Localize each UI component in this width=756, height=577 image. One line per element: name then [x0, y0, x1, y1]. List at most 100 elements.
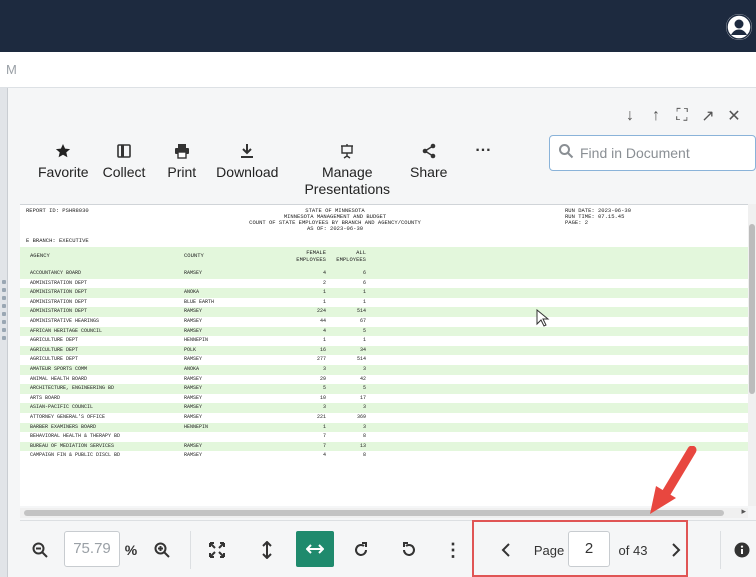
county-cell: RAMSEY	[184, 452, 203, 459]
table-row: ADMINISTRATION DEPT ANOKA 1 1	[20, 288, 748, 298]
agency-cell: ARCHITECTURE, ENGINEERING BD	[30, 385, 115, 392]
horizontal-scroll-thumb[interactable]	[24, 510, 724, 516]
agency-cell: ASIAN-PACIFIC COUNCIL	[30, 404, 94, 411]
county-cell: ANOKA	[184, 289, 200, 296]
fit-height-button[interactable]	[256, 533, 278, 567]
all-count-cell: 369	[356, 413, 366, 420]
column-all-line: EMPLOYEES	[336, 256, 366, 263]
branch-label: E BRANCH: EXECUTIVE	[26, 237, 89, 244]
arrow-up-icon[interactable]: ↑	[648, 107, 664, 125]
all-count-cell: 6	[362, 270, 366, 276]
user-avatar-icon[interactable]	[726, 14, 752, 40]
manage-label: Manage Presentations	[304, 164, 390, 198]
county-cell: RAMSEY	[184, 317, 203, 324]
find-in-document-input[interactable]	[580, 145, 750, 161]
zoom-in-button[interactable]	[150, 533, 174, 567]
table-row: AGRICULTURE DEPT POLK 16 34	[20, 345, 748, 356]
highlight-annotation-box	[472, 520, 688, 577]
female-count-cell: 4	[322, 327, 326, 334]
county-cell: BLUE EARTH	[184, 298, 215, 305]
agency-cell: ARTS BOARD	[30, 394, 61, 401]
all-count-cell: 1	[362, 289, 366, 296]
report-rows: ACCOUNTANCY BOARD RAMSEY 4 6 ADMINISTRATION …	[20, 269, 748, 461]
manage-presentations-button[interactable]: Manage Presentations	[304, 140, 390, 198]
agency-cell: ADMINISTRATION DEPT	[30, 298, 88, 305]
zoom-out-button[interactable]	[28, 533, 52, 567]
fit-height-icon	[262, 541, 272, 559]
horizontal-scrollbar[interactable]: ▸	[20, 506, 748, 518]
county-cell: RAMSEY	[184, 356, 203, 363]
county-cell: RAMSEY	[184, 327, 203, 334]
county-cell: RAMSEY	[184, 442, 203, 449]
agency-cell: AGRICULTURE DEPT	[30, 337, 79, 344]
agency-cell: ADMINISTRATION DEPT	[30, 308, 88, 315]
fit-width-button[interactable]	[296, 531, 334, 567]
all-count-cell: 514	[356, 356, 366, 363]
favorite-button[interactable]: Favorite	[38, 140, 89, 181]
all-count-cell: 1	[362, 337, 366, 344]
column-agency: AGENCY	[30, 252, 50, 259]
find-in-document-field[interactable]	[549, 135, 756, 171]
download-button[interactable]: Download	[216, 140, 278, 181]
expand-icon[interactable]: ↗	[700, 106, 716, 126]
arrow-down-icon[interactable]: ↓	[622, 107, 638, 125]
collect-button[interactable]: Collect	[102, 140, 146, 181]
collapsed-side-panel[interactable]	[0, 88, 8, 577]
document-toolbar: Favorite Collect Print Download Manage Pr…	[38, 140, 505, 200]
vertical-scroll-thumb[interactable]	[749, 224, 755, 394]
fit-page-button[interactable]	[204, 533, 230, 567]
female-count-cell: 10	[319, 394, 326, 401]
all-count-cell: 42	[359, 375, 366, 382]
fullscreen-icon[interactable]: ⛶	[674, 107, 690, 125]
close-icon[interactable]: ✕	[726, 106, 742, 126]
county-cell: HENNEPIN	[184, 337, 209, 344]
grip-dot	[2, 312, 6, 316]
all-count-cell: 6	[362, 279, 366, 286]
table-row: ARCHITECTURE, ENGINEERING BD RAMSEY 5 5	[20, 384, 748, 394]
rotate-counterclockwise-button[interactable]	[396, 533, 422, 567]
print-button[interactable]: Print	[167, 140, 196, 181]
agency-cell: ADMINISTRATION DEPT	[30, 289, 88, 296]
female-count-cell: 221	[316, 413, 326, 420]
female-count-cell: 1	[322, 423, 326, 430]
female-count-cell: 2	[322, 279, 326, 286]
share-icon	[421, 140, 437, 162]
zoom-input[interactable]: 75.79	[64, 531, 120, 567]
all-count-cell: 13	[359, 442, 366, 449]
top-nav-bar	[0, 0, 756, 52]
print-label: Print	[167, 164, 197, 180]
info-button[interactable]	[732, 533, 752, 567]
annotation-arrow-icon	[650, 446, 697, 514]
share-button[interactable]: Share	[410, 140, 447, 181]
grip-dot	[2, 320, 6, 324]
table-row: ADMINISTRATIVE HEARINGS RAMSEY 44 67	[20, 317, 748, 327]
page-number-text: PAGE: 2	[565, 219, 589, 226]
all-count-cell: 1	[362, 298, 366, 305]
rotate-counterclockwise-icon	[403, 542, 415, 556]
column-female-line: EMPLOYEES	[296, 256, 326, 263]
rotate-clockwise-button[interactable]	[348, 533, 374, 567]
county-cell: RAMSEY	[184, 404, 203, 411]
share-label: Share	[410, 164, 448, 180]
table-row: ANIMAL HEALTH BOARD RAMSEY 29 42	[20, 375, 748, 385]
subbar-label: M	[6, 62, 17, 77]
more-options-button[interactable]: ···	[475, 140, 491, 162]
column-header-row: AGENCY COUNTY FEMALE EMPLOYEES ALL EMPLOYE…	[20, 247, 748, 269]
table-row: ADMINISTRATION DEPT 2 6	[20, 279, 748, 289]
table-row: AMATEUR SPORTS COMM ANOKA 3 3	[20, 364, 748, 375]
all-count-cell: 3	[362, 423, 366, 430]
presentations-text: Presentations	[304, 181, 391, 197]
table-row: ASIAN-PACIFIC COUNCIL RAMSEY 3 3	[20, 403, 748, 413]
agency-cell: CAMPAIGN FIN & PUBLIC DISCL BD	[30, 452, 121, 459]
vertical-scrollbar[interactable]	[748, 204, 756, 506]
document-page[interactable]: REPORT ID: PSHR8030 STATE OF MINNESOTA M…	[20, 204, 748, 506]
more-vertical-icon[interactable]: ⋮	[444, 533, 462, 567]
collect-label: Collect	[102, 164, 146, 180]
grip-dot	[2, 304, 6, 308]
female-count-cell: 4	[322, 270, 326, 276]
grip-dot	[2, 288, 6, 292]
scroll-right-icon[interactable]: ▸	[741, 506, 746, 517]
all-count-cell: 5	[362, 327, 366, 334]
report-id: REPORT ID: PSHR8030	[26, 207, 89, 214]
printer-icon	[174, 140, 190, 162]
